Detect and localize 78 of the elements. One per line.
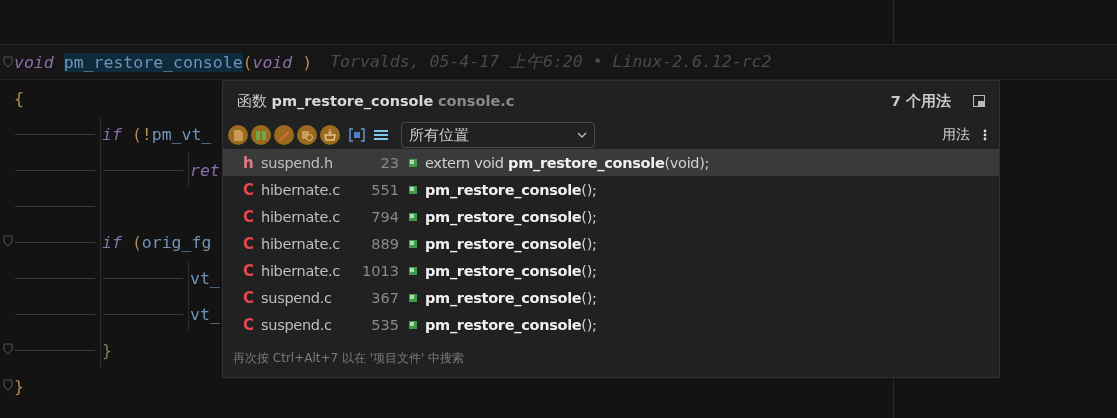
usage-row[interactable]: h suspend.h 23 extern void pm_restore_console(void); (223, 149, 999, 176)
usage-row[interactable]: C hibernate.c 794 pm_restore_console(); (223, 203, 999, 230)
brackets-icon[interactable] (349, 128, 365, 142)
code-token: ) (302, 52, 313, 72)
code-block-icon (409, 212, 417, 221)
code-token: if (102, 124, 122, 144)
popup-title: 函数 pm_restore_console console.c (237, 91, 516, 111)
file-type-icon: C (243, 288, 261, 307)
file-name: suspend.c (261, 289, 333, 306)
file-name: hibernate.c (261, 262, 341, 279)
code-token: { (14, 88, 24, 108)
usage-row[interactable]: C hibernate.c 1013 pm_restore_console(); (223, 257, 999, 284)
pin-icon[interactable] (973, 95, 985, 107)
more-icon[interactable] (983, 129, 987, 141)
file-name: hibernate.c (261, 181, 341, 198)
file-type-icon: C (243, 234, 261, 253)
line-number: 367 (370, 289, 399, 306)
fold-icon[interactable] (3, 235, 13, 247)
list-icon[interactable] (374, 129, 388, 141)
fold-icon[interactable] (3, 379, 13, 391)
usage-code: pm_restore_console(); (425, 235, 597, 252)
code-token: (! (131, 124, 152, 144)
file-name: hibernate.c (261, 208, 341, 225)
line-number: 889 (370, 235, 399, 252)
code-token: pm_restore_console (63, 52, 243, 72)
code-block-icon (409, 185, 417, 194)
usage-row[interactable]: C hibernate.c 889 pm_restore_console(); (223, 230, 999, 257)
code-block-icon (409, 158, 417, 167)
file-type-icon: C (243, 315, 261, 334)
usage-code: pm_restore_console(); (425, 289, 597, 306)
usage-code: pm_restore_console(); (425, 208, 597, 225)
line-number: 23 (379, 154, 399, 171)
group-label: 用法 (942, 126, 970, 144)
line-number: 1013 (361, 262, 399, 279)
fold-icon[interactable] (3, 56, 13, 68)
code-token: if (102, 232, 122, 252)
code-block-icon (409, 320, 417, 329)
file-name: suspend.c (261, 316, 333, 333)
file-type-icon: C (243, 207, 261, 226)
code-block-icon (409, 293, 417, 302)
file-name: hibernate.c (261, 235, 341, 252)
code-token: void (252, 52, 293, 72)
usage-code: pm_restore_console(); (425, 316, 597, 333)
line-number: 535 (370, 316, 399, 333)
file-name: suspend.h (261, 154, 334, 171)
pencil-icon[interactable] (274, 125, 294, 145)
import-icon[interactable] (320, 125, 340, 145)
code-block-icon (409, 266, 417, 275)
code-token: } (102, 340, 112, 360)
code-block-icon (409, 239, 417, 248)
usage-code: pm_restore_console(); (425, 181, 597, 198)
code-token: vt_ (190, 268, 220, 288)
code-token: ( (131, 232, 142, 252)
scope-dropdown[interactable]: 所有位置 (401, 122, 595, 148)
usage-code: pm_restore_console(); (425, 262, 597, 279)
usage-row[interactable]: C suspend.c 535 pm_restore_console(); (223, 311, 999, 338)
file-icon[interactable] (228, 125, 248, 145)
book-icon[interactable] (251, 125, 271, 145)
file-type-icon: C (243, 180, 261, 199)
line-number: 551 (370, 181, 399, 198)
code-token: ( (242, 52, 253, 72)
code-token: } (14, 376, 24, 396)
usage-row[interactable]: C hibernate.c 551 pm_restore_console(); (223, 176, 999, 203)
line-number: 794 (370, 208, 399, 225)
code-token: vt_ (190, 304, 220, 324)
usage-row[interactable]: C suspend.c 367 pm_restore_console(); (223, 284, 999, 311)
usage-count: 7 个用法 (890, 91, 951, 111)
code-token: orig_fg (141, 232, 212, 252)
code-token: ret (190, 160, 220, 180)
usage-code: extern void pm_restore_console(void); (425, 154, 710, 171)
fold-icon[interactable] (3, 343, 13, 355)
file-type-icon: h (243, 153, 261, 172)
file-clock-icon[interactable] (297, 125, 317, 145)
code-token: pm_vt_ (151, 124, 212, 144)
file-type-icon: C (243, 261, 261, 280)
code-token: void (14, 52, 54, 72)
chevron-down-icon (577, 132, 587, 138)
search-hint: 再次按 Ctrl+Alt+7 以在 '项目文件' 中搜索 (232, 350, 466, 367)
